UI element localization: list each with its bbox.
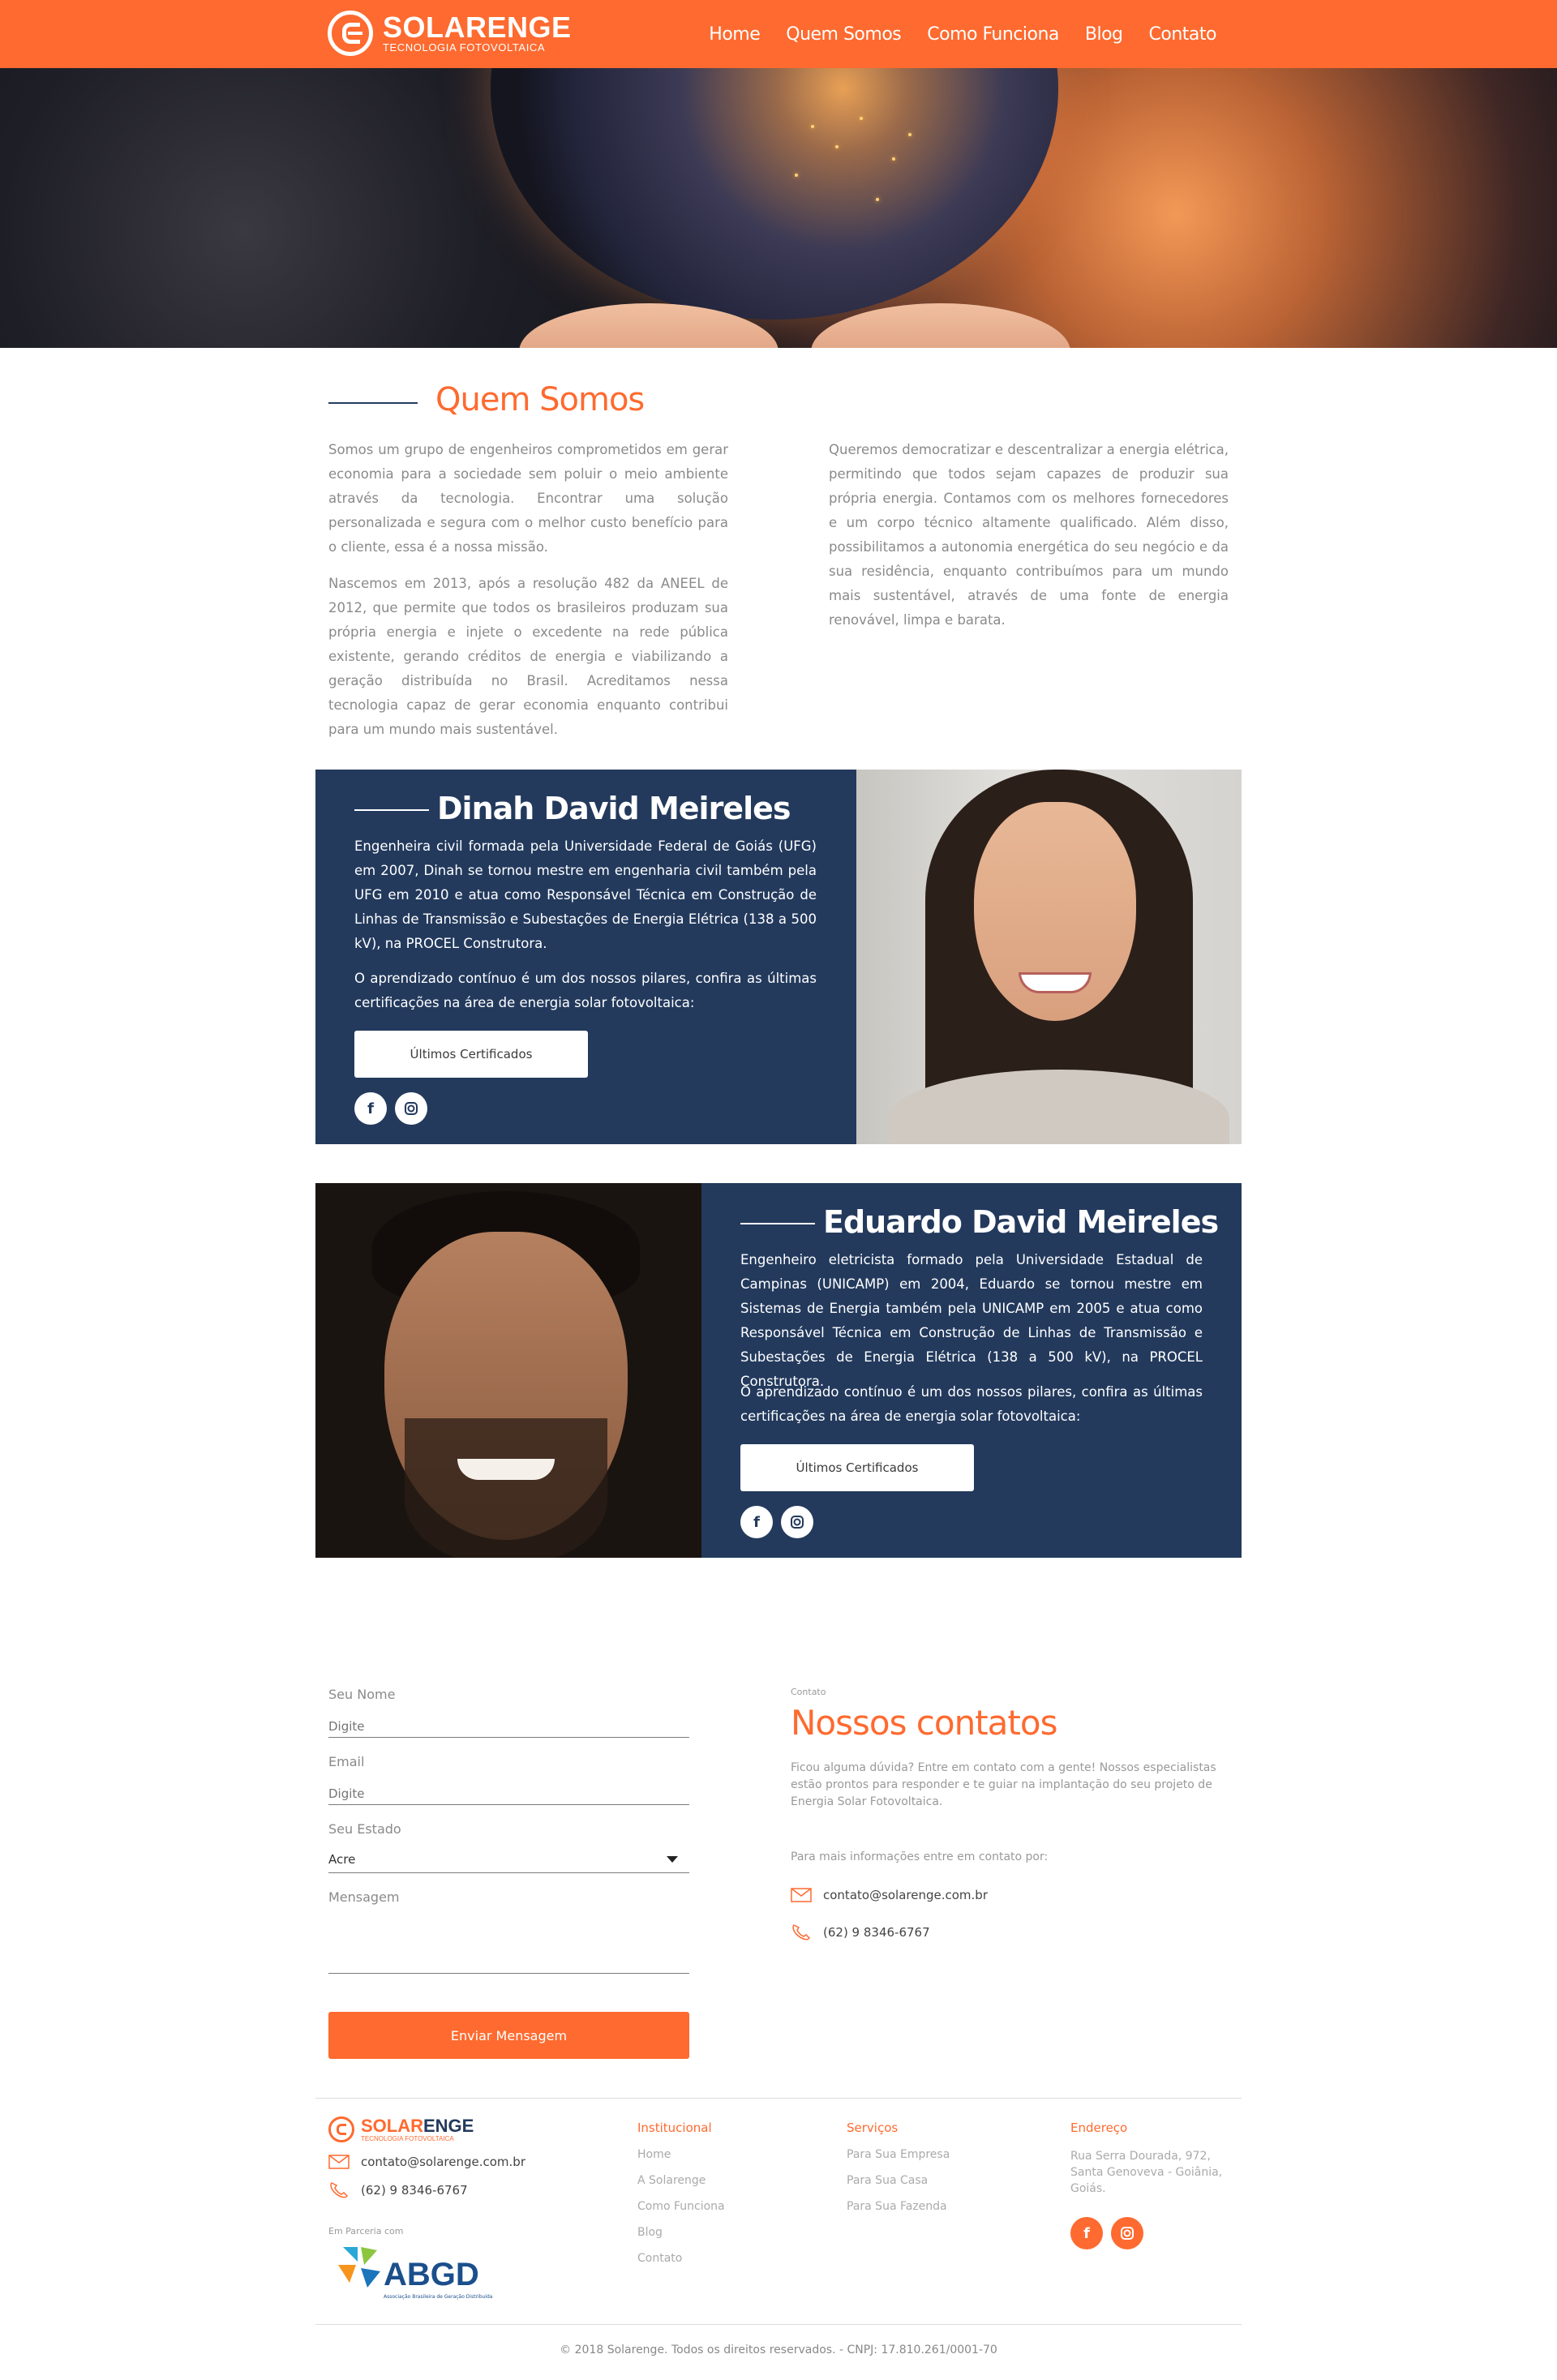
logo-icon (328, 2116, 354, 2142)
contact-email[interactable]: contato@solarenge.com.br (791, 1888, 988, 1902)
facebook-icon[interactable]: f (354, 1092, 387, 1125)
submit-button[interactable]: Enviar Mensagem (328, 2012, 689, 2059)
nav-blog[interactable]: Blog (1085, 24, 1123, 45)
top-navbar: SOLARENGE TECNOLOGIA FOTOVOLTAICA Home Q… (0, 0, 1557, 68)
nav-quem-somos[interactable]: Quem Somos (786, 24, 902, 45)
profile-bio: Engenheiro eletricista formado pela Univ… (740, 1252, 1203, 1389)
footer-link-empresa[interactable]: Para Sua Empresa (847, 2148, 950, 2161)
contact-phone[interactable]: (62) 9 8346-6767 (791, 1923, 930, 1941)
footer-link-contato[interactable]: Contato (637, 2252, 682, 2265)
chevron-down-icon (667, 1856, 678, 1863)
footer-phone-text: (62) 9 8346-6767 (361, 2183, 468, 2198)
footer-facebook-icon[interactable]: f (1070, 2217, 1103, 2249)
footer-link-fazenda[interactable]: Para Sua Fazenda (847, 2200, 947, 2213)
profile-note: O aprendizado contínuo é um dos nossos p… (740, 1384, 1203, 1424)
certificates-button[interactable]: Últimos Certificados (354, 1031, 588, 1078)
message-textarea[interactable] (328, 1914, 689, 1974)
profile-name: Eduardo David Meireles (823, 1204, 1219, 1240)
name-label: Seu Nome (328, 1687, 396, 1702)
nav-como-funciona[interactable]: Como Funciona (927, 24, 1059, 45)
logo-icon (328, 11, 373, 56)
contact-email-text: contato@solarenge.com.br (823, 1888, 988, 1902)
footer-divider-bottom (315, 2324, 1242, 2325)
footer-phone[interactable]: (62) 9 8346-6767 (328, 2181, 468, 2199)
contact-kicker: Contato (791, 1687, 826, 1697)
nav-home[interactable]: Home (709, 24, 760, 45)
abgd-mark-icon (338, 2247, 380, 2288)
footer-brand-tagline: TECNOLOGIA FOTOVOLTAICA (361, 2134, 454, 2142)
instagram-icon[interactable] (781, 1506, 813, 1538)
about-title: Quem Somos (435, 381, 645, 418)
brand-tagline: TECNOLOGIA FOTOVOLTAICA (383, 41, 546, 54)
about-paragraph-3: Queremos democratizar e descentralizar a… (829, 442, 1229, 628)
brand-name: SOLARENGE (383, 11, 572, 44)
footer-link-blog[interactable]: Blog (637, 2226, 663, 2239)
footer-servicos-title: Serviços (847, 2121, 899, 2135)
footer-email[interactable]: contato@solarenge.com.br (328, 2155, 525, 2169)
phone-icon (792, 1924, 810, 1940)
profile-bio: Engenheira civil formada pela Universida… (354, 838, 817, 951)
profile-panel: Eduardo David Meireles Engenheiro eletri… (701, 1183, 1242, 1558)
facebook-icon[interactable]: f (740, 1506, 773, 1538)
partner-label: Em Parceria com (328, 2226, 404, 2236)
main-menu: Home Quem Somos Como Funciona Blog Conta… (709, 0, 1216, 68)
footer-institucional-title: Institucional (637, 2121, 712, 2135)
profile-title-line (354, 809, 429, 811)
about-paragraph-1: Somos um grupo de engenheiros comprometi… (328, 442, 728, 555)
copyright: © 2018 Solarenge. Todos os direitos rese… (560, 2344, 997, 2356)
footer-link-solarenge[interactable]: A Solarenge (637, 2174, 706, 2187)
mail-icon (328, 2155, 350, 2169)
abgd-logo[interactable]: ABGD Associação Brasileira de Geração Di… (335, 2242, 497, 2307)
profile-card-eduardo: Eduardo David Meireles Engenheiro eletri… (315, 1183, 1242, 1558)
footer-brand-part2: ENGE (423, 2115, 474, 2136)
state-label: Seu Estado (328, 1821, 401, 1837)
profile-photo-eduardo (315, 1183, 701, 1558)
state-select[interactable]: Acre (328, 1849, 689, 1873)
footer-brand-part1: SOLAR (361, 2115, 423, 2136)
footer-instagram-icon[interactable] (1111, 2217, 1143, 2249)
phone-icon (330, 2182, 348, 2198)
footer-divider-top (315, 2098, 1242, 2099)
profile-card-dinah: Dinah David Meireles Engenheira civil fo… (315, 770, 1242, 1144)
footer-email-text: contato@solarenge.com.br (361, 2155, 525, 2169)
hero-banner (0, 68, 1557, 348)
brand-logo[interactable]: SOLARENGE TECNOLOGIA FOTOVOLTAICA (328, 8, 572, 58)
message-label: Mensagem (328, 1889, 400, 1905)
contact-phone-text: (62) 9 8346-6767 (823, 1925, 930, 1940)
earth-globe-image (491, 68, 1058, 319)
name-input[interactable] (328, 1715, 689, 1738)
section-title-line (328, 402, 418, 404)
contact-title: Nossos contatos (791, 1703, 1057, 1743)
nav-contato[interactable]: Contato (1149, 24, 1217, 45)
footer-link-como-funciona[interactable]: Como Funciona (637, 2200, 725, 2213)
footer-address: Rua Serra Dourada, 972, Santa Genoveva -… (1070, 2150, 1223, 2195)
profile-photo-dinah (856, 770, 1242, 1144)
state-select-value: Acre (328, 1852, 356, 1867)
contact-more-info: Para mais informações entre em contato p… (791, 1850, 1049, 1863)
certificates-button[interactable]: Últimos Certificados (740, 1444, 974, 1491)
footer-logo[interactable]: SOLARENGE TECNOLOGIA FOTOVOLTAICA (328, 2116, 474, 2142)
email-input[interactable] (328, 1782, 689, 1805)
about-paragraph-2: Nascemos em 2013, após a resolução 482 d… (328, 576, 728, 737)
profile-title-line (740, 1223, 815, 1224)
contact-description: Ficou alguma dúvida? Entre em contato co… (791, 1761, 1216, 1808)
mail-icon (791, 1888, 812, 1902)
profile-note: O aprendizado contínuo é um dos nossos p… (354, 971, 817, 1010)
profile-name: Dinah David Meireles (437, 791, 791, 826)
email-label: Email (328, 1754, 365, 1769)
abgd-name: ABGD (384, 2257, 479, 2292)
footer-link-home[interactable]: Home (637, 2148, 671, 2161)
abgd-sub: Associação Brasileira de Geração Distrib… (384, 2294, 493, 2300)
footer-link-casa[interactable]: Para Sua Casa (847, 2174, 928, 2187)
instagram-icon[interactable] (395, 1092, 427, 1125)
profile-panel: Dinah David Meireles Engenheira civil fo… (315, 770, 856, 1144)
footer-endereco-title: Endereço (1070, 2121, 1128, 2135)
